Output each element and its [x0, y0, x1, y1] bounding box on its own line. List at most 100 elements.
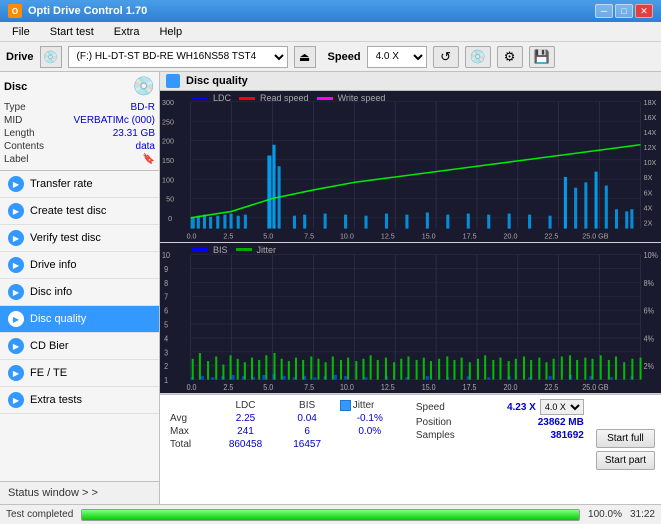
- drive-icon-btn[interactable]: 💿: [40, 46, 62, 68]
- position-label: Position: [416, 417, 452, 428]
- svg-text:20.0: 20.0: [504, 231, 518, 240]
- speed-select-stats[interactable]: 4.0 X: [540, 399, 584, 415]
- disc-contents-label: Contents: [4, 141, 44, 152]
- status-window-label: Status window > >: [8, 487, 98, 499]
- progress-area: Test completed 100.0% 31:22: [0, 504, 661, 524]
- disc-type-value: BD-R: [131, 102, 155, 113]
- bottom-chart: 10 9 8 7 6 5 4 3 2 1 10% 8% 6% 4% 2%: [160, 243, 661, 395]
- chart-title-icon: [166, 74, 180, 88]
- svg-text:250: 250: [162, 117, 174, 126]
- sidebar-item-drive-info-label: Drive info: [30, 259, 76, 271]
- maximize-button[interactable]: □: [615, 4, 633, 18]
- disc-length-value: 23.31 GB: [113, 128, 155, 139]
- sidebar-item-drive-info[interactable]: ▶ Drive info: [0, 252, 159, 279]
- speed-row: Speed 4.23 X 4.0 X: [416, 399, 584, 415]
- svg-text:5.0: 5.0: [263, 231, 273, 240]
- svg-text:2: 2: [164, 361, 168, 371]
- start-buttons-panel: Start full Start part: [590, 395, 661, 504]
- create-test-disc-icon: ▶: [8, 203, 24, 219]
- svg-text:20.0: 20.0: [504, 382, 518, 392]
- disc-length-row: Length 23.31 GB: [4, 127, 155, 140]
- sidebar-item-verify-test-disc-label: Verify test disc: [30, 232, 101, 244]
- sidebar-item-disc-quality-label: Disc quality: [30, 313, 86, 325]
- refresh-button[interactable]: ↺: [433, 46, 459, 68]
- top-chart-legend: LDC Read speed Write speed: [192, 93, 385, 103]
- svg-text:10%: 10%: [644, 250, 658, 260]
- start-full-button[interactable]: Start full: [596, 429, 655, 448]
- menu-start-test[interactable]: Start test: [42, 24, 102, 40]
- save-button[interactable]: 💾: [529, 46, 555, 68]
- menu-bar: File Start test Extra Help: [0, 22, 661, 42]
- svg-text:4%: 4%: [644, 333, 655, 343]
- disc-mid-label: MID: [4, 115, 22, 126]
- verify-test-disc-icon: ▶: [8, 230, 24, 246]
- svg-text:8%: 8%: [644, 278, 655, 288]
- disc-contents-row: Contents data: [4, 140, 155, 153]
- jitter-checkbox[interactable]: [340, 400, 351, 411]
- sidebar-item-transfer-rate[interactable]: ▶ Transfer rate: [0, 171, 159, 198]
- sidebar-item-disc-info[interactable]: ▶ Disc info: [0, 279, 159, 306]
- sidebar-item-extra-tests[interactable]: ▶ Extra tests: [0, 387, 159, 414]
- svg-text:2.5: 2.5: [223, 231, 233, 240]
- svg-text:15.0: 15.0: [422, 231, 436, 240]
- menu-file[interactable]: File: [4, 24, 38, 40]
- position-value: 23862 MB: [538, 417, 584, 428]
- svg-text:2X: 2X: [644, 218, 653, 227]
- settings-button[interactable]: ⚙: [497, 46, 523, 68]
- minimize-button[interactable]: ─: [595, 4, 613, 18]
- svg-text:6: 6: [164, 306, 168, 316]
- close-button[interactable]: ✕: [635, 4, 653, 18]
- stats-row: LDC BIS Jitter: [160, 395, 661, 504]
- sidebar-item-verify-test-disc[interactable]: ▶ Verify test disc: [0, 225, 159, 252]
- fe-te-icon: ▶: [8, 365, 24, 381]
- disc-contents-value: data: [136, 141, 155, 152]
- svg-text:300: 300: [162, 98, 174, 107]
- sidebar-item-create-test-disc[interactable]: ▶ Create test disc: [0, 198, 159, 225]
- menu-extra[interactable]: Extra: [106, 24, 148, 40]
- disc-type-label: Type: [4, 102, 26, 113]
- speed-label: Speed: [328, 51, 361, 63]
- svg-text:7.5: 7.5: [304, 231, 314, 240]
- sidebar-item-disc-quality[interactable]: ▶ Disc quality: [0, 306, 159, 333]
- svg-text:16X: 16X: [644, 113, 657, 122]
- disc-mid-value: VERBATIMc (000): [74, 115, 156, 126]
- svg-text:2%: 2%: [644, 361, 655, 371]
- eject-button[interactable]: ⏏: [294, 46, 316, 68]
- start-part-button[interactable]: Start part: [596, 451, 655, 470]
- svg-text:10.0: 10.0: [340, 382, 354, 392]
- svg-text:25.0 GB: 25.0 GB: [582, 231, 608, 240]
- sidebar-item-fe-te[interactable]: ▶ FE / TE: [0, 360, 159, 387]
- sidebar-item-cd-bier[interactable]: ▶ CD Bier: [0, 333, 159, 360]
- max-label: Max: [166, 425, 212, 438]
- menu-help[interactable]: Help: [151, 24, 190, 40]
- svg-text:22.5: 22.5: [544, 231, 558, 240]
- title-bar-left: O Opti Drive Control 1.70: [8, 4, 147, 18]
- svg-text:7: 7: [164, 292, 168, 302]
- disc-button[interactable]: 💿: [465, 46, 491, 68]
- drive-select[interactable]: (F:) HL-DT-ST BD-RE WH16NS58 TST4: [68, 46, 288, 68]
- sidebar-item-transfer-rate-label: Transfer rate: [30, 178, 93, 190]
- svg-text:3: 3: [164, 347, 168, 357]
- svg-text:18X: 18X: [644, 98, 657, 107]
- svg-text:100: 100: [162, 175, 174, 184]
- svg-text:22.5: 22.5: [544, 382, 558, 392]
- cd-bier-icon: ▶: [8, 338, 24, 354]
- extra-tests-icon: ▶: [8, 392, 24, 408]
- svg-text:8: 8: [164, 278, 168, 288]
- svg-text:200: 200: [162, 137, 174, 146]
- disc-info-icon: ▶: [8, 284, 24, 300]
- svg-text:2.5: 2.5: [223, 382, 233, 392]
- speed-select[interactable]: 4.0 X: [367, 46, 427, 68]
- status-window-button[interactable]: Status window > >: [0, 481, 159, 504]
- max-bis: 6: [279, 425, 336, 438]
- sidebar-menu: ▶ Transfer rate ▶ Create test disc ▶ Ver…: [0, 171, 159, 481]
- avg-ldc: 2.25: [212, 412, 278, 425]
- svg-text:25.0 GB: 25.0 GB: [582, 382, 608, 392]
- disc-type-row: Type BD-R: [4, 101, 155, 114]
- drive-bar: Drive 💿 (F:) HL-DT-ST BD-RE WH16NS58 TST…: [0, 42, 661, 72]
- total-ldc: 860458: [212, 438, 278, 451]
- svg-text:6X: 6X: [644, 188, 653, 197]
- col-ldc-header: LDC: [212, 399, 278, 412]
- progress-percent: 100.0%: [588, 509, 622, 520]
- disc-label-icon[interactable]: 🔖: [143, 154, 155, 165]
